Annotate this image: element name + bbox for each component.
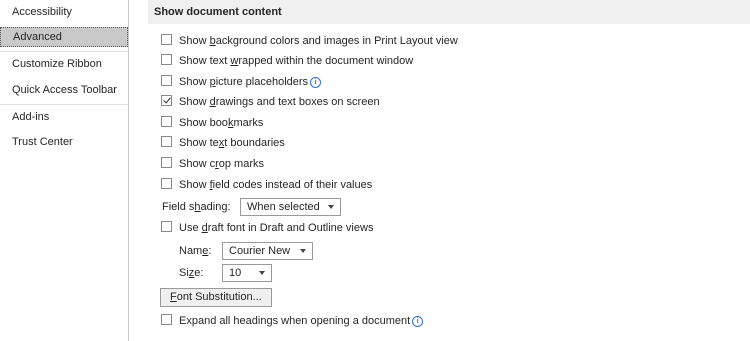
sidebar-separator bbox=[0, 51, 128, 52]
draft-font-name-dropdown[interactable]: Courier New bbox=[222, 242, 313, 260]
checkbox[interactable] bbox=[161, 178, 172, 189]
sidebar-item-trust-center[interactable]: Trust Center bbox=[0, 132, 128, 152]
option-text-wrapped[interactable]: Show text wrapped within the document wi… bbox=[161, 53, 413, 69]
info-icon[interactable]: i bbox=[310, 77, 322, 88]
checkbox[interactable] bbox=[161, 75, 172, 86]
chevron-down-icon bbox=[328, 205, 334, 209]
option-drawings-text-boxes[interactable]: Show drawings and text boxes on screen bbox=[161, 94, 380, 110]
checkbox[interactable] bbox=[161, 157, 172, 168]
section-header: Show document content bbox=[148, 0, 750, 24]
draft-font-name-label: Name: bbox=[179, 245, 212, 257]
option-expand-headings[interactable]: Expand all headings when opening a docum… bbox=[161, 313, 424, 329]
checkbox[interactable] bbox=[161, 314, 172, 325]
sidebar-item-add-ins[interactable]: Add-ins bbox=[0, 107, 128, 127]
sidebar-item-accessibility[interactable]: Accessibility bbox=[0, 2, 128, 22]
option-background-colors[interactable]: Show background colors and images in Pri… bbox=[161, 33, 458, 49]
checkbox[interactable] bbox=[161, 221, 172, 232]
field-shading-label: Field shading: bbox=[162, 201, 231, 213]
sidebar-divider bbox=[128, 0, 129, 341]
draft-font-size-label: Size: bbox=[179, 267, 204, 279]
sidebar-item-customize-ribbon[interactable]: Customize Ribbon bbox=[0, 54, 128, 74]
option-picture-placeholders[interactable]: Show picture placeholders i bbox=[161, 74, 322, 90]
sidebar-separator bbox=[0, 104, 128, 105]
sidebar-item-quick-access-toolbar[interactable]: Quick Access Toolbar bbox=[0, 80, 128, 100]
sidebar-item-advanced[interactable]: Advanced bbox=[0, 27, 128, 47]
checkbox[interactable] bbox=[161, 136, 172, 147]
checkbox[interactable] bbox=[161, 54, 172, 65]
chevron-down-icon bbox=[259, 271, 265, 275]
field-shading-dropdown[interactable]: When selected bbox=[240, 198, 341, 216]
checkbox-checked[interactable] bbox=[161, 95, 172, 106]
font-substitution-button[interactable]: Font Substitution... bbox=[160, 288, 272, 307]
info-icon[interactable]: i bbox=[412, 316, 424, 327]
option-text-boundaries[interactable]: Show text boundaries bbox=[161, 135, 285, 151]
option-draft-font[interactable]: Use draft font in Draft and Outline view… bbox=[161, 220, 373, 236]
chevron-down-icon bbox=[300, 249, 306, 253]
options-sidebar: Accessibility Advanced Customize Ribbon … bbox=[0, 0, 128, 341]
option-bookmarks[interactable]: Show bookmarks bbox=[161, 115, 263, 131]
draft-font-size-dropdown[interactable]: 10 bbox=[222, 264, 272, 282]
checkbox[interactable] bbox=[161, 116, 172, 127]
option-field-codes[interactable]: Show field codes instead of their values bbox=[161, 177, 372, 193]
checkbox[interactable] bbox=[161, 34, 172, 45]
option-crop-marks[interactable]: Show crop marks bbox=[161, 156, 264, 172]
